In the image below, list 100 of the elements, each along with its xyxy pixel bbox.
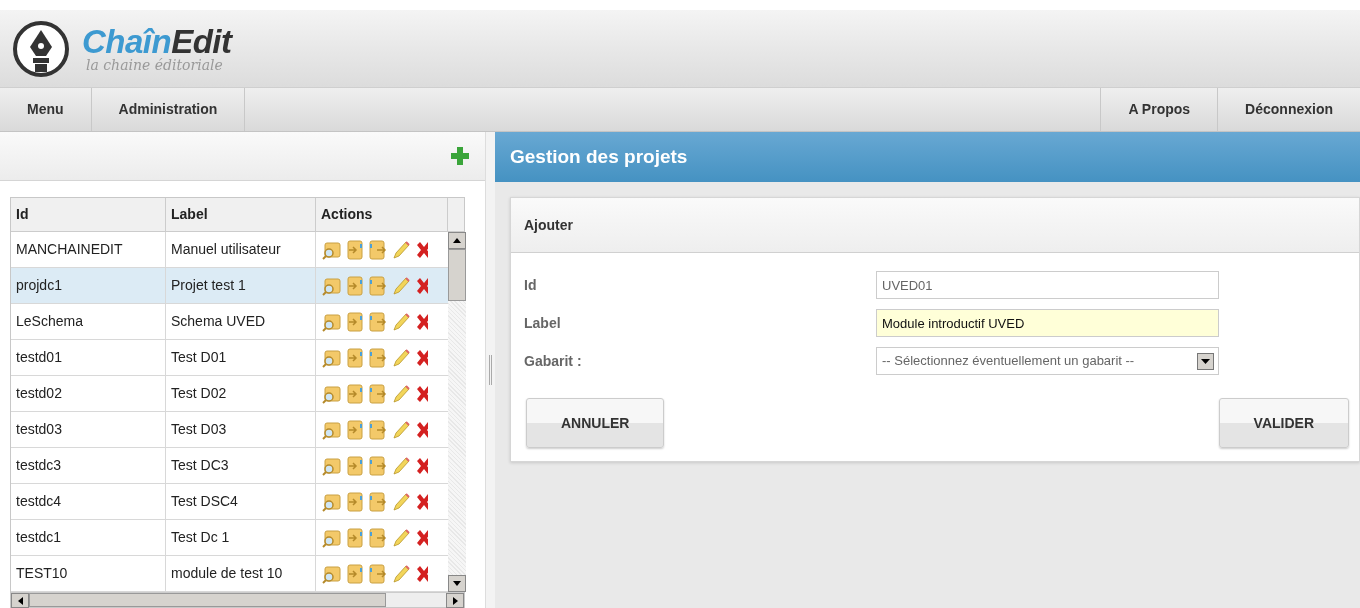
folder-export-icon[interactable] xyxy=(368,347,388,368)
column-header[interactable]: Id xyxy=(11,198,166,231)
down-arrow-icon xyxy=(453,581,461,586)
table-cell: Manuel utilisateur xyxy=(166,232,316,267)
table-cell: testdc3 xyxy=(11,448,166,483)
nav-item[interactable]: Menu xyxy=(0,88,92,131)
folder-search-icon[interactable] xyxy=(322,275,342,296)
pencil-icon[interactable] xyxy=(391,419,411,440)
folder-import-icon[interactable] xyxy=(345,491,365,512)
table-row[interactable]: testdc4 Test DSC4 xyxy=(11,484,448,520)
folder-search-icon[interactable] xyxy=(322,455,342,476)
nav-item[interactable]: A Propos xyxy=(1100,88,1218,131)
dropdown-arrow-icon xyxy=(1201,358,1210,364)
table-row[interactable]: testd01 Test D01 xyxy=(11,340,448,376)
add-icon[interactable] xyxy=(451,147,469,165)
form-button[interactable]: VALIDER xyxy=(1218,398,1349,448)
table-cell: TEST10 xyxy=(11,556,166,591)
table-cell: testdc1 xyxy=(11,520,166,555)
folder-export-icon[interactable] xyxy=(368,563,388,584)
folder-import-icon[interactable] xyxy=(345,383,365,404)
scrollbar-thumb[interactable] xyxy=(29,593,386,607)
folder-search-icon[interactable] xyxy=(322,527,342,548)
table-cell: Test DSC4 xyxy=(166,484,316,519)
table-cell: testd02 xyxy=(11,376,166,411)
scroll-down-button[interactable] xyxy=(448,575,466,592)
nav-item[interactable]: Déconnexion xyxy=(1217,88,1360,131)
pencil-icon[interactable] xyxy=(391,347,411,368)
folder-export-icon[interactable] xyxy=(368,383,388,404)
splitter-handle[interactable] xyxy=(489,355,492,385)
pencil-icon[interactable] xyxy=(391,527,411,548)
folder-export-icon[interactable] xyxy=(368,275,388,296)
table-cell: Test DC3 xyxy=(166,448,316,483)
table-cell: LeSchema xyxy=(11,304,166,339)
table-cell: Test D03 xyxy=(166,412,316,447)
right-arrow-icon xyxy=(452,596,458,605)
folder-import-icon[interactable] xyxy=(345,419,365,440)
select-dropdown[interactable]: -- Sélectionnez éventuellement un gabarit -- xyxy=(876,347,1219,375)
table-row[interactable]: TEST10 module de test 10 xyxy=(11,556,448,592)
folder-search-icon[interactable] xyxy=(322,239,342,260)
scroll-left-button[interactable] xyxy=(11,593,29,608)
field-label: Gabarit : xyxy=(524,351,583,371)
table-cell: testdc4 xyxy=(11,484,166,519)
column-header[interactable]: Actions xyxy=(316,198,448,231)
folder-export-icon[interactable] xyxy=(368,419,388,440)
folder-import-icon[interactable] xyxy=(345,563,365,584)
folder-import-icon[interactable] xyxy=(345,527,365,548)
pencil-icon[interactable] xyxy=(391,311,411,332)
up-arrow-icon xyxy=(453,238,461,243)
folder-search-icon[interactable] xyxy=(322,311,342,332)
table-cell: testd03 xyxy=(11,412,166,447)
field-label: Id xyxy=(524,275,538,295)
folder-search-icon[interactable] xyxy=(322,383,342,404)
table-row[interactable]: testdc1 Test Dc 1 xyxy=(11,520,448,556)
folder-export-icon[interactable] xyxy=(368,239,388,260)
table-cell: Test D02 xyxy=(166,376,316,411)
table-cell: projdc1 xyxy=(11,268,166,303)
table-row[interactable]: testd02 Test D02 xyxy=(11,376,448,412)
folder-export-icon[interactable] xyxy=(368,311,388,332)
folder-import-icon[interactable] xyxy=(345,239,365,260)
pencil-icon[interactable] xyxy=(391,455,411,476)
folder-search-icon[interactable] xyxy=(322,419,342,440)
scroll-up-button[interactable] xyxy=(448,232,466,249)
column-header[interactable]: Label xyxy=(166,198,316,231)
panel-title: Ajouter xyxy=(511,198,1359,253)
table-row[interactable]: MANCHAINEDIT Manuel utilisateur xyxy=(11,232,448,268)
folder-import-icon[interactable] xyxy=(345,455,365,476)
folder-import-icon[interactable] xyxy=(345,311,365,332)
folder-import-icon[interactable] xyxy=(345,347,365,368)
folder-export-icon[interactable] xyxy=(368,527,388,548)
pencil-icon[interactable] xyxy=(391,383,411,404)
folder-export-icon[interactable] xyxy=(368,455,388,476)
text-field[interactable]: UVED01 xyxy=(876,271,1219,299)
folder-search-icon[interactable] xyxy=(322,491,342,512)
field-label: Label xyxy=(524,313,562,333)
scroll-right-button[interactable] xyxy=(446,593,464,608)
table-cell: Projet test 1 xyxy=(166,268,316,303)
table-cell: testd01 xyxy=(11,340,166,375)
text-field[interactable]: Module introductif UVED xyxy=(876,309,1219,337)
table-cell: MANCHAINEDIT xyxy=(11,232,166,267)
folder-search-icon[interactable] xyxy=(322,563,342,584)
page-title: Gestion des projets xyxy=(495,132,1360,182)
table-cell: Schema UVED xyxy=(166,304,316,339)
table-cell: module de test 10 xyxy=(166,556,316,591)
table-row[interactable]: projdc1 Projet test 1 xyxy=(11,268,448,304)
table-row[interactable]: LeSchema Schema UVED xyxy=(11,304,448,340)
pencil-icon[interactable] xyxy=(391,491,411,512)
pencil-icon[interactable] xyxy=(391,275,411,296)
logo-title: ChaînEdit xyxy=(82,25,232,58)
scrollbar-thumb[interactable] xyxy=(448,249,466,301)
folder-import-icon[interactable] xyxy=(345,275,365,296)
folder-export-icon[interactable] xyxy=(368,491,388,512)
logo-tagline: la chaine éditoriale xyxy=(86,58,224,72)
table-row[interactable]: testdc3 Test DC3 xyxy=(11,448,448,484)
left-arrow-icon xyxy=(17,596,23,605)
folder-search-icon[interactable] xyxy=(322,347,342,368)
table-row[interactable]: testd03 Test D03 xyxy=(11,412,448,448)
pencil-icon[interactable] xyxy=(391,239,411,260)
form-button[interactable]: ANNULER xyxy=(526,398,665,448)
nav-item[interactable]: Administration xyxy=(91,88,246,131)
pencil-icon[interactable] xyxy=(391,563,411,584)
